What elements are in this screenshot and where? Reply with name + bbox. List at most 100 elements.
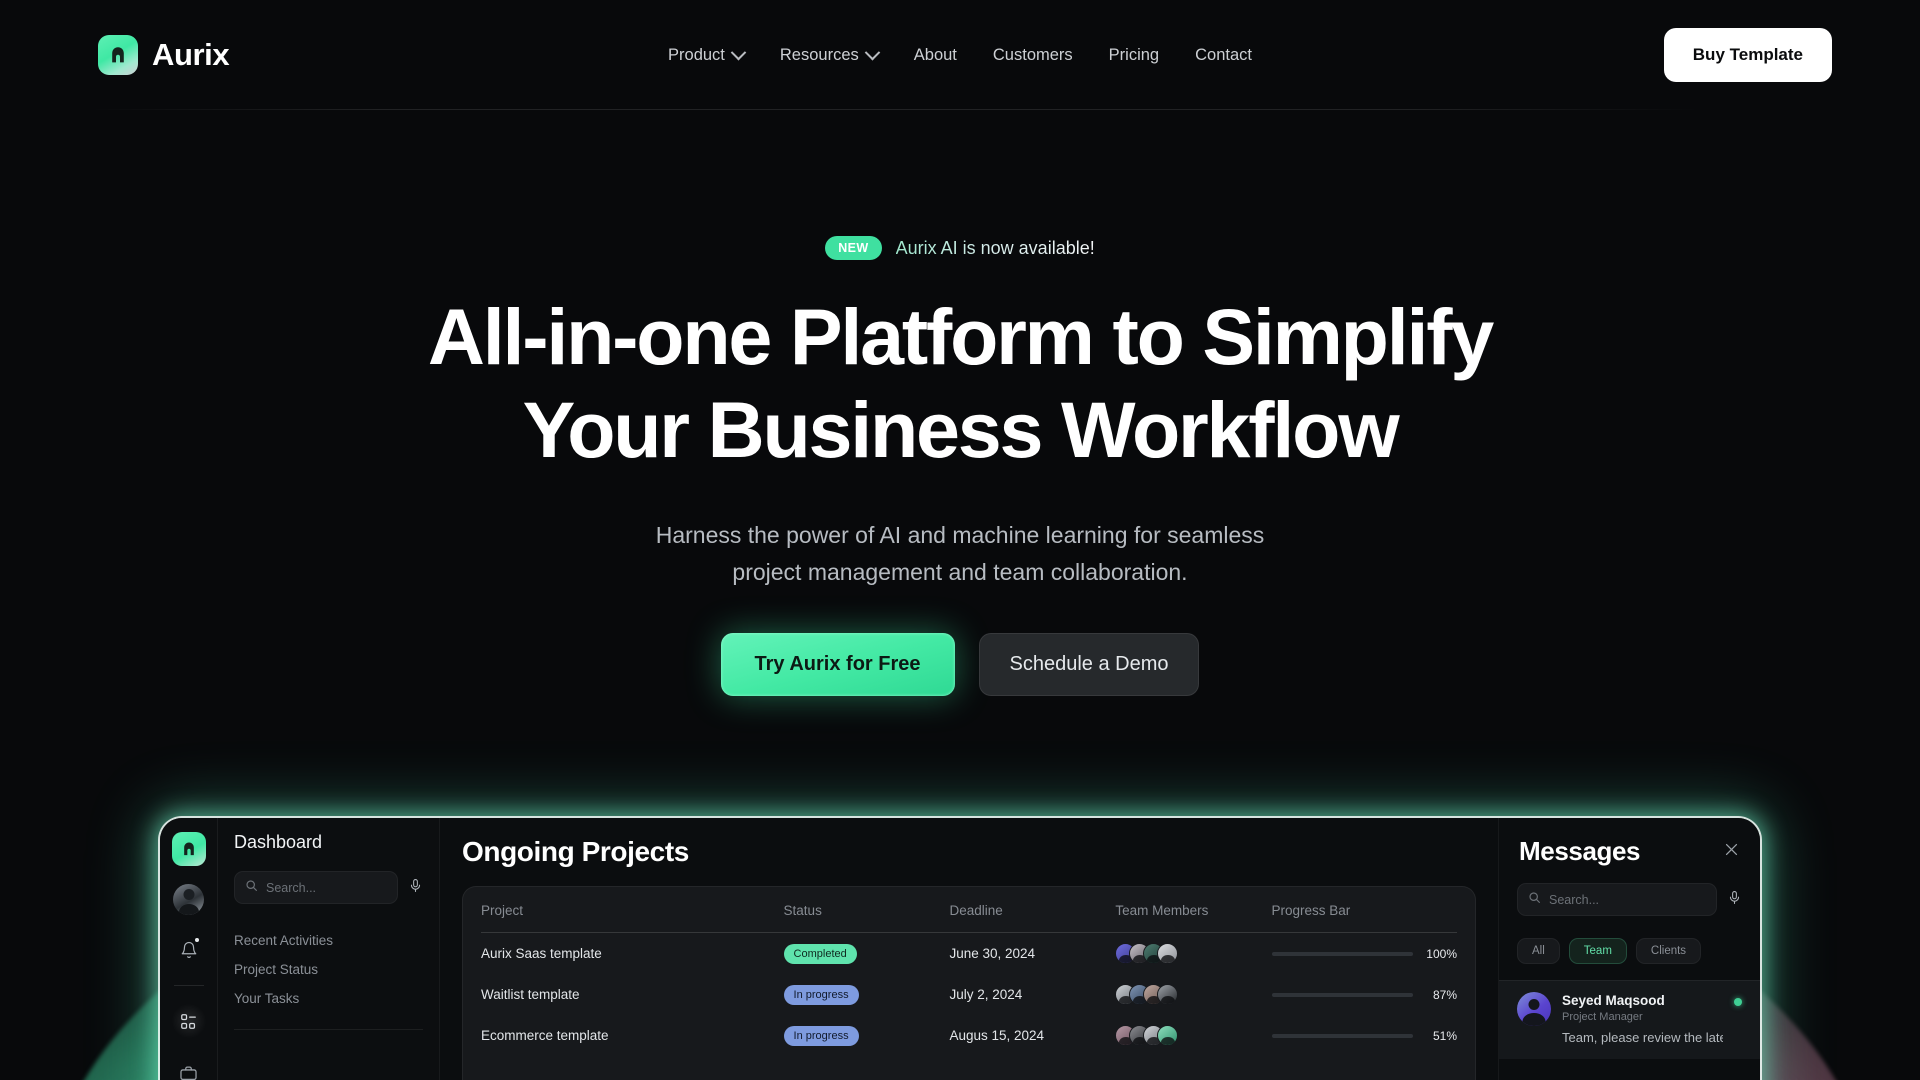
cell-team-members: [1115, 1015, 1271, 1056]
col-header-status: Status: [783, 887, 950, 933]
progress-label: 87%: [1432, 987, 1457, 1002]
hero-subtitle: Harness the power of AI and machine lear…: [0, 517, 1920, 591]
nav-item-customers[interactable]: Customers: [975, 38, 1091, 73]
nav-item-about[interactable]: About: [896, 38, 975, 73]
message-sender-name: Seyed Maqsood: [1562, 993, 1665, 1008]
nav-label: Pricing: [1108, 45, 1160, 64]
cell-progress: 100%: [1271, 933, 1457, 975]
col-header-team: Team Members: [1115, 887, 1272, 933]
cell-status: In progress: [783, 974, 950, 1015]
progress-track: [1271, 992, 1413, 997]
filter-chip-clients[interactable]: Clients: [1635, 938, 1702, 964]
nav-label: Customers: [992, 45, 1073, 64]
rail-divider: [173, 985, 204, 986]
headline-line-2: Your Business Workflow: [522, 385, 1400, 474]
dashboard-title: Dashboard: [234, 832, 323, 852]
nav-label: Resources: [779, 45, 859, 64]
page-title: All-in-one Platform to Simplify Your Bus…: [0, 290, 1920, 476]
ongoing-projects-section: Ongoing Projects Project Status Deadline…: [440, 818, 1498, 1080]
cell-project: Ecommerce template: [481, 1028, 609, 1043]
rail-briefcase-icon[interactable]: [172, 1056, 206, 1080]
page-root: Aurix Product Resources About Customers …: [0, 0, 1920, 1080]
nav-label: Contact: [1195, 45, 1252, 64]
sidebar-item-your-tasks[interactable]: Your Tasks: [234, 984, 423, 1013]
progress-bar: 100%: [1271, 946, 1457, 961]
table-row[interactable]: Ecommerce template In progress Augus 15,…: [481, 1015, 1457, 1056]
cell-deadline: Augus 15, 2024: [949, 1028, 1045, 1043]
avatar: [1157, 943, 1179, 964]
new-tag: NEW: [825, 236, 882, 260]
online-status-dot: [1734, 998, 1742, 1006]
rail-grid-apps-icon[interactable]: [171, 1004, 206, 1038]
progress-track: [1271, 1033, 1413, 1038]
progress-label: 51%: [1432, 1028, 1457, 1043]
messages-header: Messages: [1499, 836, 1760, 867]
progress-bar: 87%: [1271, 987, 1457, 1002]
buy-template-button[interactable]: Buy Template: [1663, 28, 1832, 82]
schedule-demo-button[interactable]: Schedule a Demo: [978, 633, 1200, 696]
status-badge: In progress: [783, 1025, 859, 1046]
dashboard-left-panel: Dashboard Search... Recent Activities Pr…: [218, 818, 440, 1080]
progress-label: 100%: [1426, 946, 1457, 961]
filter-chip-all[interactable]: All: [1517, 938, 1560, 964]
dashboard-search-row: Search...: [234, 871, 423, 904]
nav-label: About: [913, 45, 957, 64]
nav-item-contact[interactable]: Contact: [1177, 38, 1270, 73]
cell-status: In progress: [783, 1015, 950, 1056]
microphone-icon[interactable]: [408, 878, 423, 898]
avatar: [1157, 984, 1179, 1005]
progress-bar: 51%: [1271, 1028, 1457, 1043]
progress-track: [1271, 951, 1413, 956]
nav-label: Product: [668, 45, 725, 64]
status-badge: In progress: [783, 984, 859, 1005]
message-list-item[interactable]: Seyed Maqsood Project Manager Team, plea…: [1499, 980, 1760, 1059]
announcement-text: Aurix AI is now available!: [895, 237, 1095, 258]
messages-title: Messages: [1519, 836, 1641, 866]
projects-table: Project Status Deadline Team Members Pro…: [481, 887, 1457, 1056]
nav-item-resources[interactable]: Resources: [762, 38, 896, 73]
top-navbar: Aurix Product Resources About Customers …: [0, 0, 1920, 110]
rail-bell-icon[interactable]: [172, 933, 206, 967]
table-header-row: Project Status Deadline Team Members Pro…: [481, 887, 1457, 933]
cell-deadline: June 30, 2024: [949, 946, 1036, 961]
messages-search-input[interactable]: Search...: [1517, 883, 1717, 916]
message-avatar: [1517, 992, 1551, 1026]
search-placeholder: Search...: [266, 880, 317, 895]
sidebar-item-recent-activities[interactable]: Recent Activities: [234, 926, 423, 955]
nav-item-pricing[interactable]: Pricing: [1091, 38, 1177, 73]
avatar: [1157, 1025, 1179, 1046]
search-icon: [245, 879, 258, 897]
chevron-down-icon: [730, 44, 747, 60]
cell-team-members: [1115, 974, 1271, 1015]
table-row[interactable]: Waitlist template In progress July 2, 20…: [481, 974, 1457, 1015]
cell-status: Completed: [783, 933, 950, 975]
sidebar-item-project-status[interactable]: Project Status: [234, 955, 423, 984]
announcement-badge[interactable]: NEW Aurix AI is now available!: [0, 236, 1920, 260]
rail-aurix-arch-logo-icon[interactable]: [171, 832, 206, 866]
message-body: Seyed Maqsood Project Manager Team, plea…: [1562, 992, 1723, 1045]
cell-team-members: [1115, 933, 1271, 975]
chevron-down-icon: [864, 44, 881, 60]
rail-user-avatar[interactable]: [173, 884, 204, 915]
projects-table-card: Project Status Deadline Team Members Pro…: [462, 886, 1476, 1080]
nav-item-product[interactable]: Product: [650, 38, 762, 73]
cell-progress: 51%: [1271, 1015, 1457, 1056]
close-icon[interactable]: [1723, 841, 1740, 863]
microphone-icon[interactable]: [1727, 890, 1742, 910]
cell-project: Aurix Saas template: [481, 946, 602, 961]
filter-chip-team[interactable]: Team: [1568, 938, 1627, 964]
messages-filter-chips: All Team Clients: [1499, 938, 1760, 964]
nav-links: Product Resources About Customers Pricin…: [0, 38, 1920, 73]
projects-table-body: Aurix Saas template Completed June 30, 2…: [481, 933, 1457, 1057]
messages-search-row: Search...: [1499, 883, 1760, 916]
cell-deadline: July 2, 2024: [949, 987, 1023, 1002]
cell-project: Waitlist template: [481, 987, 580, 1002]
search-placeholder: Search...: [1549, 892, 1600, 907]
messages-panel: Messages Search... All Team Clients Seye…: [1498, 818, 1760, 1080]
try-free-button[interactable]: Try Aurix for Free: [720, 633, 955, 696]
status-badge: Completed: [783, 943, 857, 964]
table-row[interactable]: Aurix Saas template Completed June 30, 2…: [481, 933, 1457, 975]
message-preview: Team, please review the latest pr...: [1562, 1030, 1723, 1045]
left-panel-divider: [234, 1029, 423, 1030]
dashboard-search-input[interactable]: Search...: [234, 871, 398, 904]
